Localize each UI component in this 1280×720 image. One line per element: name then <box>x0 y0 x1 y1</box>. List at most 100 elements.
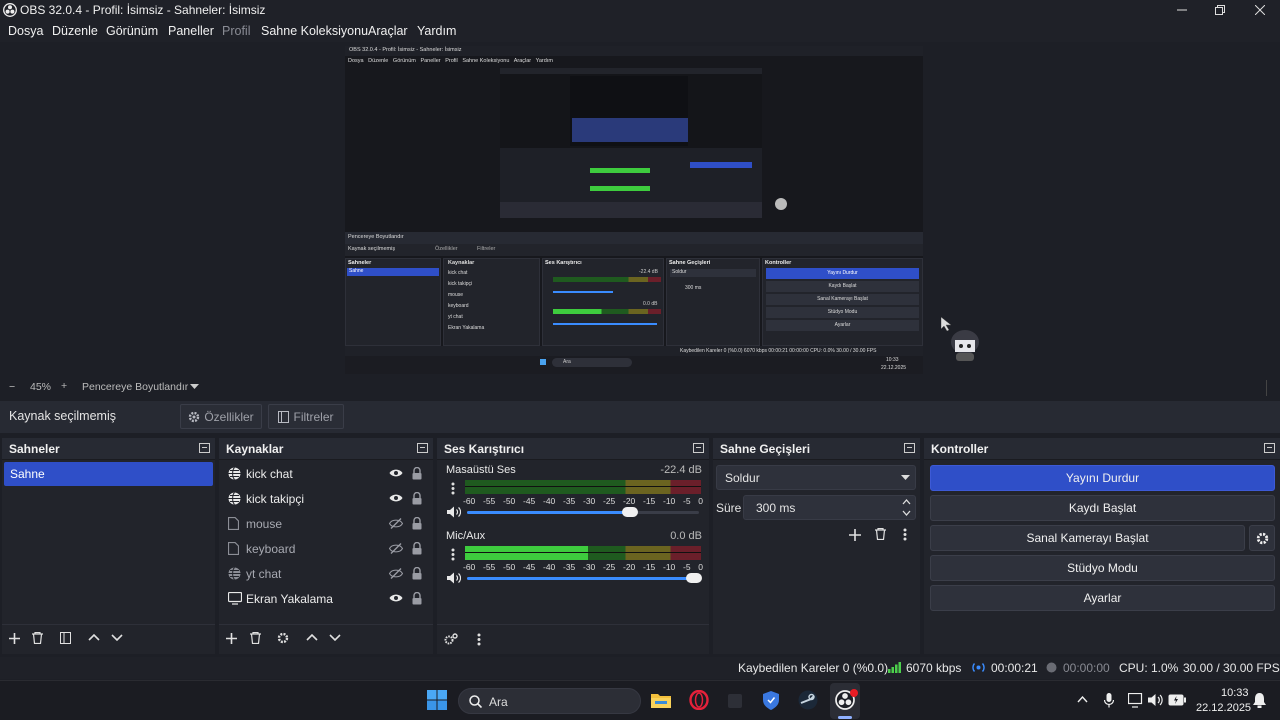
eye-off-icon[interactable] <box>389 518 403 529</box>
speaker-icon[interactable] <box>447 572 461 584</box>
lock-icon[interactable] <box>412 542 422 555</box>
volume-slider-handle[interactable] <box>686 573 702 583</box>
spin-down-icon[interactable] <box>902 510 911 516</box>
properties-button[interactable]: Özellikler <box>180 404 262 429</box>
menu-file[interactable]: Dosya <box>8 24 43 38</box>
filters-button[interactable]: Filtreler <box>268 404 344 429</box>
mini-fit-label: Pencereye Boyutlandır <box>348 234 404 240</box>
menu-scene-collection[interactable]: Sahne Koleksiyonu <box>261 24 368 38</box>
lock-icon[interactable] <box>412 517 422 530</box>
lock-icon[interactable] <box>412 467 422 480</box>
chevron-up-icon[interactable] <box>1077 696 1088 703</box>
eye-off-icon[interactable] <box>389 543 403 554</box>
trash-icon[interactable] <box>32 632 43 644</box>
spin-up-icon[interactable] <box>902 499 911 505</box>
channel-menu-icon[interactable] <box>451 482 455 495</box>
eye-icon[interactable] <box>389 468 403 478</box>
undock-icon[interactable] <box>1264 443 1275 453</box>
zoom-in-button[interactable]: + <box>61 380 67 392</box>
opera-gx-icon[interactable] <box>689 690 709 710</box>
speaker-icon[interactable] <box>1148 693 1163 707</box>
menu-tools[interactable]: Araçlar <box>368 24 408 38</box>
app-icon[interactable] <box>727 691 743 709</box>
duration-spinbox[interactable]: 300 ms <box>743 495 916 520</box>
scale-mode-label[interactable]: Pencereye Boyutlandır <box>82 381 188 393</box>
meter-tick-label: -50 <box>503 496 516 506</box>
meter-tick-label: -55 <box>483 562 496 572</box>
file-explorer-icon[interactable] <box>651 691 671 709</box>
move-up-icon[interactable] <box>88 634 100 641</box>
start-virtual-camera-button[interactable]: Sanal Kamerayı Başlat <box>930 525 1245 551</box>
virtual-camera-settings-button[interactable] <box>1249 525 1275 551</box>
menu-docks[interactable]: Paneller <box>168 24 214 38</box>
channel-menu-icon[interactable] <box>451 548 455 561</box>
mini-properties: Özellikler <box>435 246 458 252</box>
source-item[interactable]: Ekran Yakalama <box>219 587 433 611</box>
eye-off-icon[interactable] <box>389 568 403 579</box>
menu-edit[interactable]: Düzenle <box>52 24 98 38</box>
source-item[interactable]: keyboard <box>219 537 433 561</box>
mini-date: 22.12.2025 <box>881 365 907 371</box>
chevron-down-icon[interactable] <box>190 384 199 390</box>
undock-icon[interactable] <box>904 443 915 453</box>
menu-view[interactable]: Görünüm <box>106 24 158 38</box>
transition-select-value: Soldur <box>725 471 760 485</box>
meter-tick-label: -45 <box>523 562 536 572</box>
close-button[interactable] <box>1242 0 1278 20</box>
settings-button[interactable]: Ayarlar <box>930 585 1275 611</box>
volume-slider[interactable] <box>467 507 699 517</box>
menu-profile[interactable]: Profil <box>222 24 250 38</box>
move-down-icon[interactable] <box>111 634 123 641</box>
meter-tick-label: -15 <box>643 562 656 572</box>
move-up-icon[interactable] <box>306 634 318 641</box>
network-icon[interactable] <box>1128 693 1144 708</box>
meter-tick-label: -50 <box>503 562 516 572</box>
dropped-frames: Kaybedilen Kareler 0 (%0.0) <box>738 661 889 675</box>
meter-tick-label: -25 <box>603 562 616 572</box>
windows-start-icon[interactable] <box>427 690 447 710</box>
start-recording-button[interactable]: Kaydı Başlat <box>930 495 1275 521</box>
move-down-icon[interactable] <box>329 634 341 641</box>
eye-icon[interactable] <box>389 493 403 503</box>
zoom-out-button[interactable]: − <box>9 381 15 393</box>
add-icon[interactable] <box>849 529 861 541</box>
minimize-button[interactable] <box>1164 0 1200 20</box>
add-icon[interactable] <box>9 633 20 644</box>
advanced-audio-icon[interactable] <box>444 633 458 645</box>
search-box[interactable]: Ara <box>458 688 641 714</box>
stop-streaming-button[interactable]: Yayını Durdur <box>930 465 1275 491</box>
gear-icon[interactable] <box>277 632 289 644</box>
steam-icon[interactable] <box>798 690 818 710</box>
source-item[interactable]: mouse <box>219 512 433 536</box>
lock-icon[interactable] <box>412 592 422 605</box>
restore-button[interactable] <box>1202 0 1238 20</box>
trash-icon[interactable] <box>250 632 261 644</box>
notification-bell-icon[interactable] <box>1253 693 1266 708</box>
sources-toolbar <box>219 624 433 654</box>
transition-select[interactable]: Soldur <box>716 465 916 490</box>
scene-filter-icon[interactable] <box>60 632 71 644</box>
undock-icon[interactable] <box>693 443 704 453</box>
battery-icon[interactable] <box>1168 694 1186 706</box>
mini-mascot-image <box>775 198 787 210</box>
source-item[interactable]: kick takipçi <box>219 487 433 511</box>
speaker-icon[interactable] <box>447 506 461 518</box>
undock-icon[interactable] <box>417 443 428 453</box>
more-options-icon[interactable] <box>477 633 481 646</box>
shield-icon[interactable] <box>763 691 779 710</box>
add-icon[interactable] <box>226 633 237 644</box>
scene-item[interactable]: Sahne <box>4 462 213 486</box>
studio-mode-button[interactable]: Stüdyo Modu <box>930 555 1275 581</box>
menu-help[interactable]: Yardım <box>417 24 456 38</box>
more-options-icon[interactable] <box>903 528 907 541</box>
eye-icon[interactable] <box>389 593 403 603</box>
source-item[interactable]: kick chat <box>219 462 433 486</box>
volume-slider-handle[interactable] <box>622 507 638 517</box>
undock-icon[interactable] <box>199 443 210 453</box>
lock-icon[interactable] <box>412 567 422 580</box>
volume-slider[interactable] <box>467 573 702 583</box>
microphone-icon[interactable] <box>1104 693 1114 708</box>
lock-icon[interactable] <box>412 492 422 505</box>
source-item[interactable]: yt chat <box>219 562 433 586</box>
trash-icon[interactable] <box>875 528 886 540</box>
